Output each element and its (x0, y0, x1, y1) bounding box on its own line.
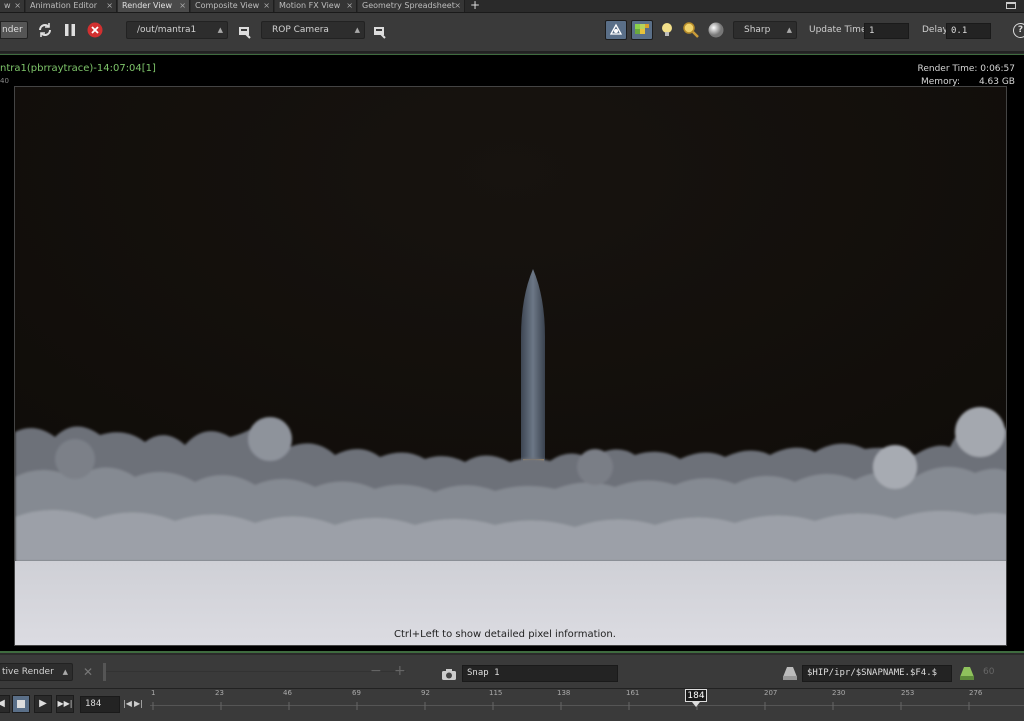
tab-composite-view[interactable]: Composite View × (191, 0, 274, 12)
tab-label: Geometry Spreadsheet (362, 1, 455, 10)
tab-label: w (4, 1, 11, 10)
delay-label: Delay (922, 25, 948, 35)
preview-mode-icon[interactable] (631, 20, 653, 40)
close-icon[interactable]: × (106, 0, 113, 11)
tab-label: Composite View (195, 1, 260, 10)
tick-label: 138 (557, 689, 571, 697)
tick-label: 161 (626, 689, 640, 697)
render-button[interactable]: nder (0, 21, 28, 39)
play-reverse-icon[interactable]: ◀ (0, 695, 10, 713)
tick-label: 1 (151, 689, 156, 697)
zoom-icon[interactable] (682, 21, 700, 39)
camera-value: ROP Camera (272, 25, 329, 35)
load-snapshot-icon[interactable] (958, 665, 976, 681)
rendered-image[interactable] (14, 86, 1007, 646)
timeline-tick-marks (152, 702, 970, 710)
maximize-icon[interactable] (1006, 2, 1016, 9)
snap-slider-track[interactable] (106, 671, 406, 672)
output-driver-select[interactable]: /out/mantra1 ▲ (126, 21, 228, 39)
chevron-updown-icon: ▲ (786, 26, 792, 34)
skip-to-end-icon[interactable]: ▶▶| (56, 695, 74, 713)
tab-label: Render View (122, 1, 173, 10)
close-icon[interactable]: × (454, 0, 461, 11)
sphere-preview-icon[interactable] (707, 21, 725, 39)
camera-snapshot-icon[interactable] (441, 666, 457, 680)
pixel-info-hint: Ctrl+Left to show detailed pixel informa… (394, 629, 616, 640)
tab-geometry-spreadsheet[interactable]: Geometry Spreadsheet × (358, 0, 465, 12)
pause-icon[interactable] (62, 22, 78, 38)
help-icon[interactable]: ? (1013, 23, 1024, 38)
jump-to-camera-icon[interactable] (373, 24, 387, 39)
tick-label: 207 (764, 689, 778, 697)
update-time-field[interactable]: 1 (864, 23, 909, 39)
tab-prev[interactable]: w × (0, 0, 25, 12)
clear-icon[interactable]: ✕ (83, 665, 93, 679)
tick-label: 230 (832, 689, 846, 697)
tick-label: 276 (969, 689, 983, 697)
delay-field[interactable]: 0.1 (946, 23, 991, 39)
tick-label: 23 (215, 689, 224, 697)
chevron-updown-icon: ▲ (354, 26, 360, 34)
tick-label: 46 (283, 689, 292, 697)
plus-icon[interactable]: + (394, 663, 406, 679)
snapshot-name-field[interactable]: Snap 1 (462, 665, 618, 682)
current-frame-marker[interactable]: 184 (685, 689, 707, 702)
rocket-launch-render (15, 87, 1006, 645)
render-mode-value: tive Render (2, 667, 54, 677)
close-icon[interactable]: × (346, 0, 353, 11)
close-icon[interactable]: × (263, 0, 270, 11)
frame-marker-pointer (692, 702, 700, 707)
stop-render-icon[interactable] (86, 21, 104, 39)
chevron-updown-icon: ▲ (217, 26, 223, 34)
update-time-label: Update Time (809, 25, 867, 35)
minus-icon[interactable]: − (370, 663, 382, 679)
tick-label: 69 (352, 689, 361, 697)
light-bulb-icon[interactable] (659, 21, 675, 39)
playbar: ◀ ▶ ▶▶| 184 |◀ ▶| 1 23 46 69 92 115 138 … (0, 689, 1024, 721)
render-subtitle: 40 (0, 77, 9, 85)
camera-select[interactable]: ROP Camera ▲ (261, 21, 365, 39)
tab-bar: w × Animation Editor × Render View × Compos… (0, 0, 1024, 13)
toolbar: nder /out/mantra1 ▲ ROP Camera ▲ Sharp ▲ Up… (0, 13, 1024, 53)
render-time: Render Time: 0:06:57 (917, 64, 1015, 74)
stop-icon[interactable] (12, 695, 30, 713)
tab-label: Animation Editor (30, 1, 98, 10)
close-icon[interactable]: × (14, 0, 21, 11)
tick-label: 92 (421, 689, 430, 697)
rocket-shape (521, 269, 545, 477)
current-frame-field[interactable]: 184 (80, 696, 120, 713)
tab-label: Motion FX View (279, 1, 341, 10)
viewport-border (0, 54, 1024, 55)
snapshot-path-field[interactable]: $HIP/ipr/$SNAPNAME.$F4.$ (802, 665, 952, 682)
output-driver-value: /out/mantra1 (137, 25, 197, 35)
tick-label: 115 (489, 689, 503, 697)
render-mode-select[interactable]: tive Render ▲ (0, 663, 73, 681)
auto-update-icon[interactable] (605, 20, 627, 40)
save-snapshot-icon[interactable] (781, 665, 799, 681)
tab-animation-editor[interactable]: Animation Editor × (26, 0, 117, 12)
chevron-updown-icon: ▲ (62, 668, 68, 676)
snap-slider-handle[interactable] (103, 663, 106, 681)
snapshot-bar: tive Render ▲ ✕ − + Snap 1 $HIP/ipr/$SNAP… (0, 655, 1024, 689)
jump-to-node-icon[interactable] (238, 24, 252, 39)
close-icon[interactable]: × (179, 0, 186, 11)
tick-label: 253 (901, 689, 915, 697)
viewport-bottom-border (0, 651, 1024, 653)
step-forward-icon[interactable]: ▶| (134, 699, 143, 708)
refresh-icon[interactable] (36, 21, 54, 39)
frame-count: 60 (983, 667, 995, 677)
play-icon[interactable]: ▶ (34, 695, 52, 713)
tab-render-view[interactable]: Render View × (118, 0, 190, 12)
filter-value: Sharp (744, 25, 771, 35)
filter-select[interactable]: Sharp ▲ (733, 21, 797, 39)
tab-motion-fx-view[interactable]: Motion FX View × (275, 0, 357, 12)
add-tab-button[interactable]: + (470, 0, 480, 12)
render-title: ntra1(pbrraytrace)-14:07:04[1] (0, 63, 156, 74)
step-back-icon[interactable]: |◀ (123, 699, 132, 708)
